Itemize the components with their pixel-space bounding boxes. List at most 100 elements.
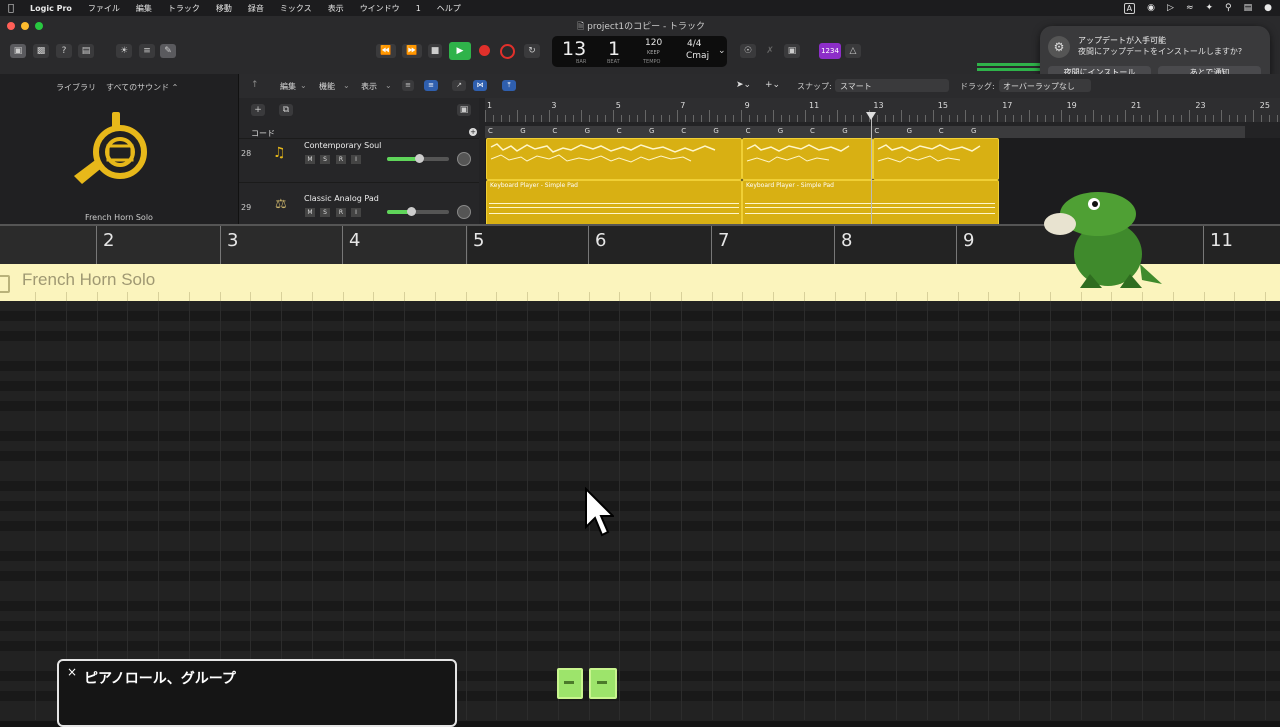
region-checkbox[interactable]: [0, 275, 10, 293]
chord-symbol[interactable]: C: [552, 127, 557, 135]
chord-symbol[interactable]: G: [842, 127, 847, 135]
chord-symbol[interactable]: C: [810, 127, 815, 135]
editors-button[interactable]: ✎: [160, 44, 176, 58]
midi-region[interactable]: [742, 138, 873, 180]
cycle-button[interactable]: ↻: [524, 44, 540, 58]
quick-help-button[interactable]: ?: [56, 44, 72, 58]
screen-record-icon[interactable]: ◉: [1147, 3, 1155, 13]
chord-symbol[interactable]: G: [520, 127, 525, 135]
note-marker[interactable]: [589, 668, 617, 699]
piano-roll-grid[interactable]: [0, 301, 1280, 722]
search-icon[interactable]: ⚲: [1225, 3, 1232, 13]
menu-help[interactable]: ヘルプ: [429, 3, 469, 14]
apple-menu-icon[interactable]: : [0, 3, 22, 14]
catch-icon[interactable]: ⤒: [502, 80, 516, 91]
chord-symbol[interactable]: G: [649, 127, 654, 135]
back-arrow-icon[interactable]: ↑: [251, 80, 259, 90]
secondary-tool-icon[interactable]: +⌄: [765, 80, 780, 90]
play-button[interactable]: ▶: [449, 42, 471, 60]
bar-ruler[interactable]: 1 3 5 7 9 11 13 15 17 19 21 23 25: [485, 98, 1280, 122]
automation-icon[interactable]: ↗: [452, 80, 466, 91]
flex-icon[interactable]: ⋈: [473, 80, 487, 91]
track-name[interactable]: Classic Analog Pad: [304, 194, 379, 203]
chord-symbol[interactable]: G: [585, 127, 590, 135]
rewind-button[interactable]: ⏪: [376, 44, 396, 58]
menu-view[interactable]: 表示: [320, 3, 352, 14]
chord-symbol[interactable]: C: [746, 127, 751, 135]
solo-button[interactable]: S: [320, 208, 330, 217]
note-marker[interactable]: [557, 668, 583, 699]
menu-file[interactable]: ファイル: [80, 3, 128, 14]
midi-region[interactable]: [486, 138, 742, 180]
mute-button[interactable]: M: [305, 208, 315, 217]
capture-recording-button[interactable]: [500, 44, 515, 59]
midi-region[interactable]: [873, 138, 999, 180]
record-button[interactable]: [479, 45, 490, 56]
functions-menu-button[interactable]: 機能: [319, 81, 335, 92]
input-monitor-button[interactable]: I: [351, 155, 361, 164]
control-center-icon[interactable]: ▤: [1244, 3, 1253, 13]
volume-knob[interactable]: [415, 154, 424, 163]
record-enable-button[interactable]: R: [336, 208, 346, 217]
chord-symbol[interactable]: G: [907, 127, 912, 135]
track-name[interactable]: Contemporary Soul: [304, 141, 381, 150]
global-tracks-button[interactable]: ▣: [457, 104, 471, 116]
inspector-toggle-button[interactable]: ▩: [33, 44, 49, 58]
toolbar-toggle-button[interactable]: ▤: [78, 44, 94, 58]
close-window-button[interactable]: [7, 22, 15, 30]
track-header-29[interactable]: 29 ⚖ Classic Analog Pad M S R I: [239, 182, 479, 225]
library-filter-popup[interactable]: すべてのサウンド ⌃: [106, 82, 178, 93]
edit-menu-button[interactable]: 編集: [280, 81, 296, 92]
volume-slider[interactable]: [387, 154, 449, 163]
zoom-window-button[interactable]: [35, 22, 43, 30]
chord-symbol[interactable]: C: [939, 127, 944, 135]
pointer-tool-icon[interactable]: ➤⌄: [736, 80, 751, 90]
volume-slider[interactable]: [387, 207, 449, 216]
replace-button[interactable]: ✗: [762, 44, 778, 58]
add-track-button[interactable]: +: [251, 104, 265, 116]
menu-edit[interactable]: 編集: [128, 3, 160, 14]
list-view-icon[interactable]: ≡: [402, 80, 414, 91]
play-status-icon[interactable]: ▷: [1167, 3, 1174, 13]
mute-button[interactable]: M: [305, 155, 315, 164]
pad-region[interactable]: Keyboard Player - Simple Pad: [486, 180, 742, 226]
drag-popup[interactable]: オーバーラップなし: [999, 79, 1091, 92]
low-latency-button[interactable]: ☉: [740, 44, 756, 58]
bluetooth-icon[interactable]: ✦: [1205, 3, 1213, 13]
lcd-mode-chevron-icon[interactable]: ⌄: [718, 46, 726, 56]
mixer-button[interactable]: ≡: [139, 44, 155, 58]
input-monitor-button[interactable]: I: [351, 208, 361, 217]
snap-popup[interactable]: スマート: [835, 79, 949, 92]
menu-track[interactable]: トラック: [160, 3, 208, 14]
stop-button[interactable]: ■: [428, 44, 442, 58]
forward-button[interactable]: ⏩: [402, 44, 422, 58]
metronome-icon[interactable]: △: [845, 44, 861, 58]
menu-mix[interactable]: ミックス: [272, 3, 320, 14]
view-menu-button[interactable]: 表示: [361, 81, 377, 92]
chord-symbol[interactable]: C: [874, 127, 879, 135]
autopunch-button[interactable]: ▣: [784, 44, 800, 58]
solo-button[interactable]: S: [320, 155, 330, 164]
record-enable-button[interactable]: R: [336, 155, 346, 164]
track-header-28[interactable]: 28 ♫ Contemporary Soul M S R I: [239, 138, 479, 181]
menu-navigate[interactable]: 移動: [208, 3, 240, 14]
chord-symbol[interactable]: G: [778, 127, 783, 135]
chord-symbol[interactable]: C: [681, 127, 686, 135]
duplicate-track-button[interactable]: ⧉: [279, 104, 293, 116]
playhead[interactable]: [871, 112, 872, 224]
lcd-display[interactable]: 13 1 BAR BEAT 120 KEEP TEMPO 4/4 Cmaj: [552, 36, 727, 67]
wifi-icon[interactable]: ≈: [1186, 3, 1194, 13]
volume-knob[interactable]: [407, 207, 416, 216]
chord-track-lane[interactable]: CGCGCGCGCGCGCGCG: [485, 126, 1245, 138]
chord-symbol[interactable]: G: [971, 127, 976, 135]
chord-add-icon[interactable]: +: [469, 128, 477, 136]
library-toggle-button[interactable]: ▣: [10, 44, 26, 58]
count-in-button[interactable]: 1234: [819, 43, 841, 59]
siri-icon[interactable]: ●: [1264, 3, 1272, 13]
menu-logic-pro[interactable]: Logic Pro: [22, 4, 80, 13]
pan-knob[interactable]: [457, 205, 471, 219]
input-source-icon[interactable]: A: [1123, 2, 1136, 14]
region-list-icon[interactable]: ≡: [424, 80, 438, 91]
menu-1[interactable]: 1: [408, 4, 429, 13]
chord-symbol[interactable]: C: [488, 127, 493, 135]
